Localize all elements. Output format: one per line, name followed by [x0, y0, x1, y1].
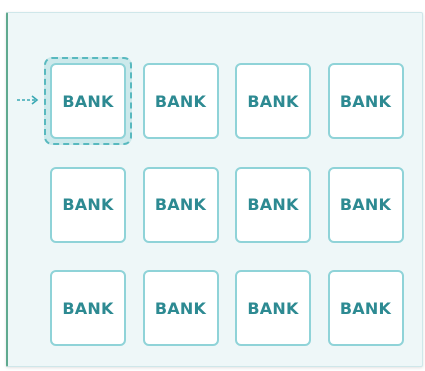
- bank-tile[interactable]: BANK: [327, 270, 404, 346]
- bank-tile[interactable]: BANK: [235, 63, 311, 139]
- bank-label: BANK: [247, 298, 299, 318]
- bank-tile[interactable]: BANK: [235, 270, 311, 346]
- bank-label: BANK: [62, 298, 114, 318]
- bank-label: BANK: [247, 91, 299, 111]
- bank-grid: BANK BANK BANK BANK BANK BANK BANK BANK …: [50, 63, 404, 346]
- bank-tile[interactable]: BANK: [142, 63, 219, 139]
- bank-label: BANK: [62, 195, 114, 214]
- bank-tile[interactable]: BANK: [235, 166, 311, 243]
- arrow-right-icon: [17, 95, 39, 105]
- bank-label: BANK: [62, 91, 114, 111]
- bank-label: BANK: [247, 195, 299, 214]
- bank-label: BANK: [339, 195, 392, 214]
- bank-tile[interactable]: BANK: [50, 63, 126, 139]
- bank-tile[interactable]: BANK: [50, 166, 126, 243]
- bank-tile[interactable]: BANK: [327, 63, 404, 139]
- bank-tile[interactable]: BANK: [142, 166, 219, 243]
- bank-tile[interactable]: BANK: [142, 270, 219, 346]
- bank-selection-panel: BANK BANK BANK BANK BANK BANK BANK BANK …: [6, 12, 423, 367]
- bank-label: BANK: [339, 298, 392, 318]
- bank-tile[interactable]: BANK: [50, 270, 126, 346]
- bank-tile[interactable]: BANK: [327, 166, 404, 243]
- bank-label: BANK: [154, 91, 207, 111]
- bank-label: BANK: [154, 195, 207, 214]
- bank-label: BANK: [339, 91, 392, 111]
- bank-label: BANK: [154, 298, 207, 318]
